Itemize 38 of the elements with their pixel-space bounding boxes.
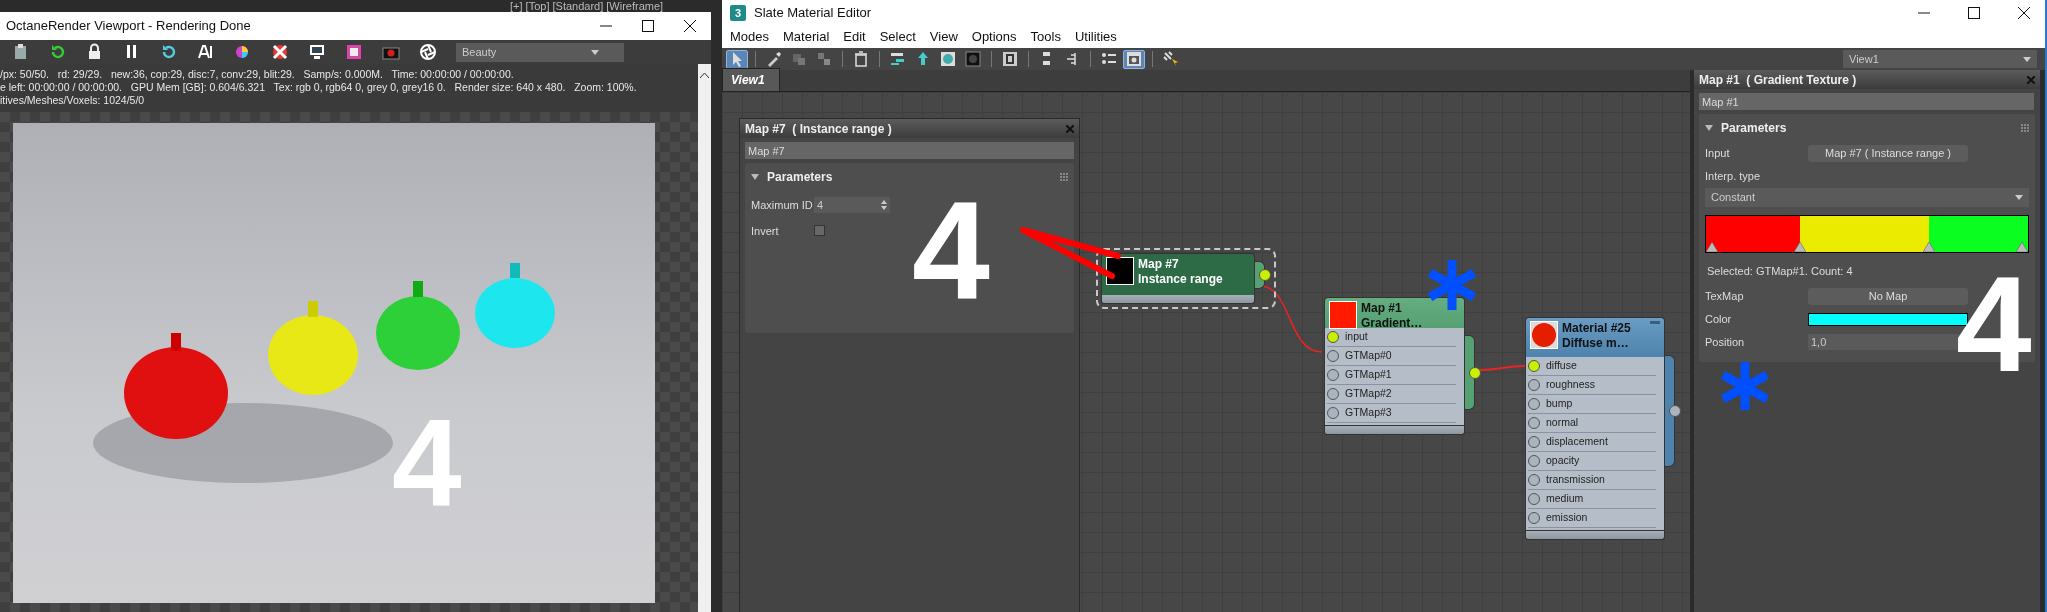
field-label: Maximum ID [751,198,813,213]
node-title: Material #25 [1562,321,1632,336]
port-label: bump [1546,396,1573,412]
field-label: Invert [751,223,779,239]
port-label: GTMap#3 [1345,405,1392,421]
stats-line: /px: 50/50. rd: 29/29. new:36, cop:29, disc:7, conv:29, blit:29. Samp/s: 0.000M. Time: 00:00:00 / 00:00:00. [0,68,515,81]
viewport-label: [+] [Top] [Standard] [Wireframe] [509,0,665,12]
port-label: diffuse [1546,358,1577,374]
field-label: Input [1705,146,1730,162]
port-label: medium [1546,491,1584,507]
app-logo: 3 [730,5,746,21]
port-label: GTMap#0 [1345,348,1392,364]
field-label: Interp. type [1705,169,1761,184]
window-title: Slate Material Editor [754,4,873,23]
stats-line: itives/Meshes/Voxels: 1024/5/0 [0,94,146,107]
field-label: TexMap [1705,289,1744,305]
port-label: transmission [1546,472,1605,488]
field-label: Color [1705,312,1732,327]
port-label: normal [1546,415,1579,431]
node-title: Map #7 [1138,257,1180,272]
port-label: input [1345,329,1368,345]
port-label: opacity [1546,453,1580,469]
panel-title: Map #7 ( Instance range ) [745,120,892,138]
node-title: Map #1 [1361,301,1403,316]
port-label: GTMap#1 [1345,367,1392,383]
field-label: Position [1705,334,1745,350]
port-label: emission [1546,510,1588,526]
selection-info: Selected: GTMap#1. Count: 4 [1707,263,1853,279]
stats-line: e left: 00:00:00 / 00:00:00. GPU Mem [GB]: 0.604/6.321 Tex: rgb 0, rgb64 0, grey 0, grey16 0. Render size: 640 x 480. Zoom: 100%. [0,81,638,94]
node-subtitle: Diffuse m… [1562,336,1630,351]
node-subtitle: Gradient… [1361,316,1424,331]
port-label: GTMap#2 [1345,386,1392,402]
window-title: OctaneRender Viewport - Rendering Done [6,17,252,36]
node-subtitle: Instance range [1138,272,1224,287]
port-label: displacement [1546,434,1608,450]
port-label: roughness [1546,377,1596,393]
panel-title: Map #1 ( Gradient Texture ) [1699,71,1857,89]
overlay-number: 4 [912,181,990,321]
